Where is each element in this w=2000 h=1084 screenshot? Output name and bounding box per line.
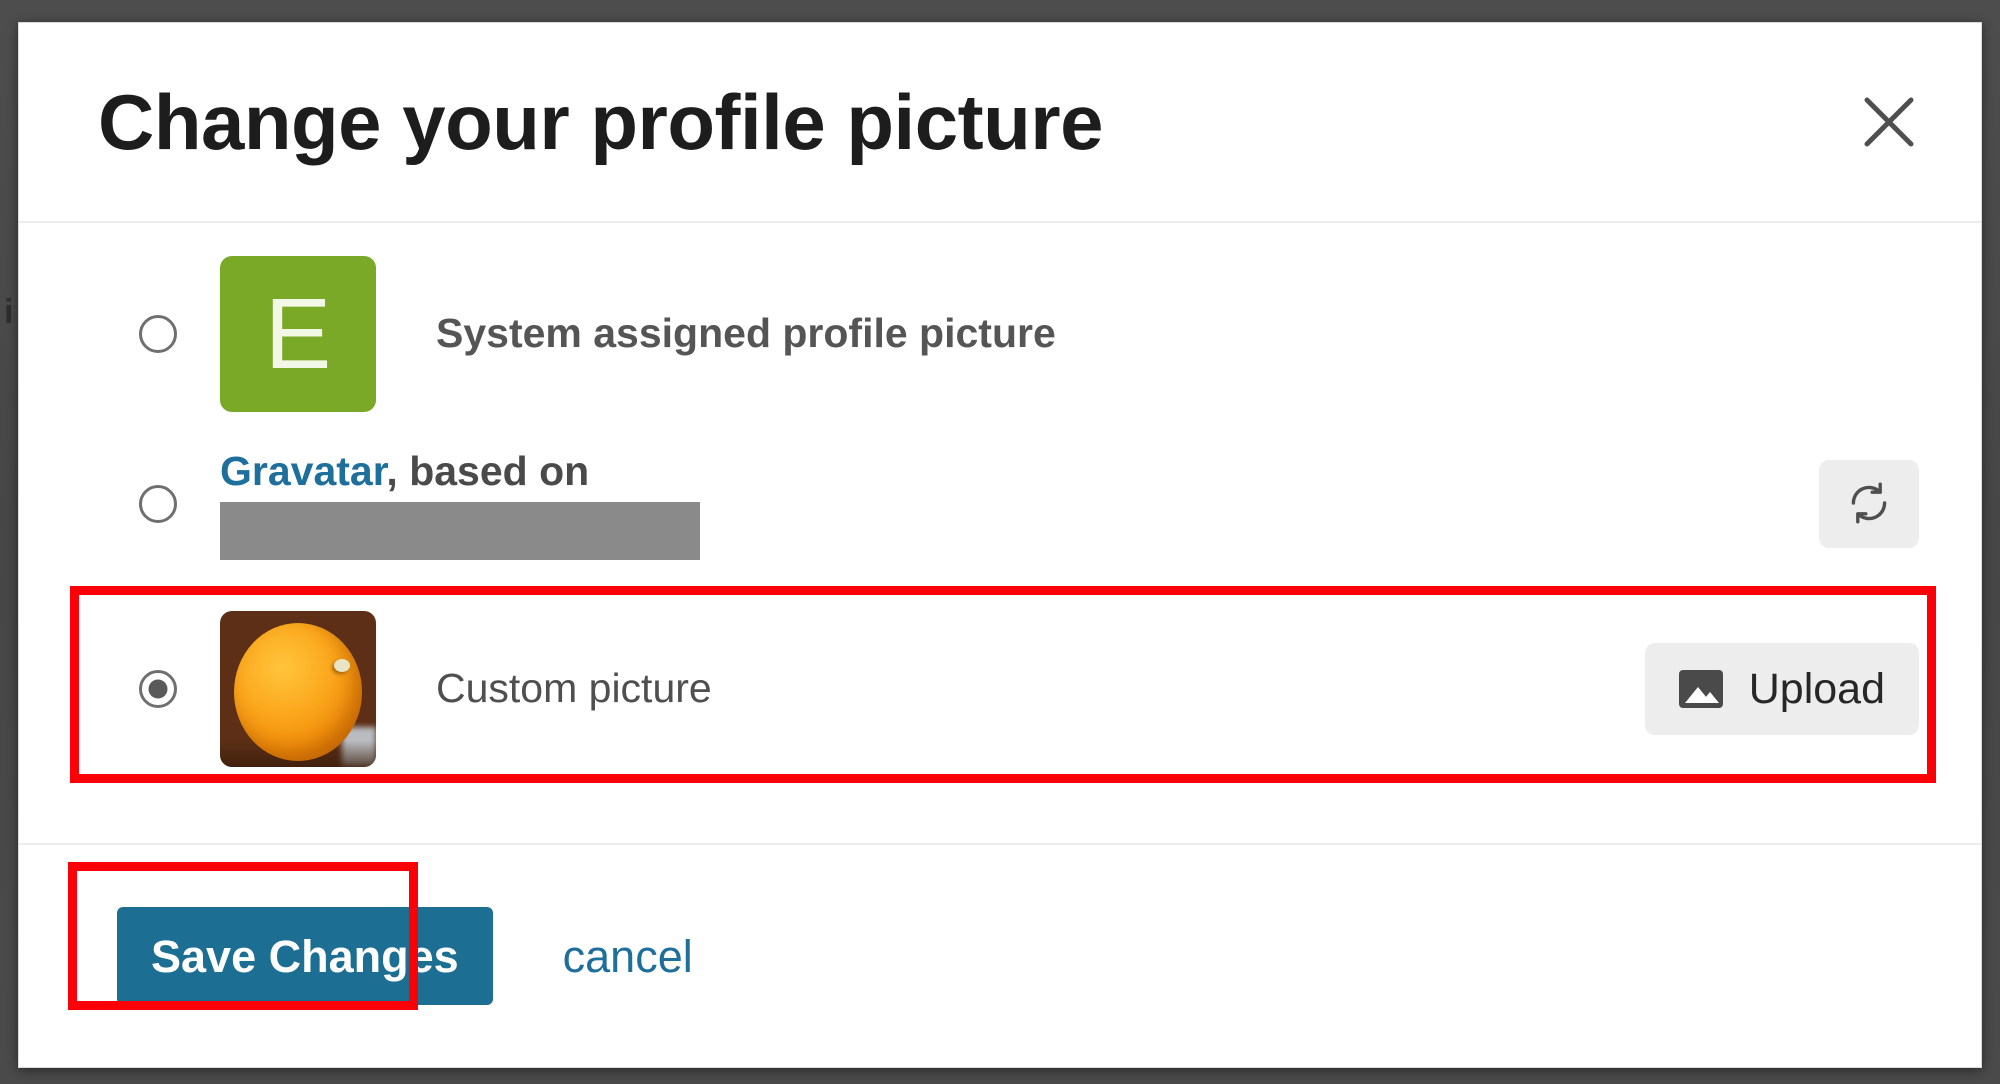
avatar-initial: E	[264, 278, 332, 390]
gravatar-action-area	[1819, 460, 1919, 548]
save-changes-button[interactable]: Save Changes	[117, 907, 493, 1005]
close-button[interactable]	[1853, 86, 1925, 158]
gravatar-line: Gravatar, based on	[220, 448, 700, 495]
option-label-custom-picture: Custom picture	[436, 665, 712, 712]
radio-custom-picture[interactable]	[139, 670, 177, 708]
avatar-orange-fruit	[234, 623, 362, 762]
image-icon	[1678, 670, 1723, 708]
upload-button[interactable]: Upload	[1644, 643, 1919, 735]
change-profile-picture-dialog: Change your profile picture E System ass…	[18, 22, 1982, 1068]
custom-picture-action-area: Upload	[1644, 643, 1919, 735]
refresh-gravatar-button[interactable]	[1819, 460, 1919, 548]
option-row-gravatar[interactable]: Gravatar, based on	[19, 419, 1981, 589]
radio-system-assigned[interactable]	[139, 315, 177, 353]
gravatar-description: Gravatar, based on	[220, 448, 700, 560]
cancel-link[interactable]: cancel	[563, 934, 693, 979]
gravatar-label-rest: , based on	[386, 448, 590, 495]
radio-gravatar[interactable]	[139, 485, 177, 523]
dialog-body: E System assigned profile picture Gravat…	[19, 223, 1981, 843]
page-title: Change your profile picture	[98, 78, 1103, 166]
refresh-icon	[1845, 479, 1893, 530]
option-row-system-assigned[interactable]: E System assigned profile picture	[19, 249, 1981, 419]
close-icon	[1859, 92, 1919, 152]
option-label-system-assigned: System assigned profile picture	[436, 310, 1056, 357]
avatar-custom-picture	[220, 611, 376, 767]
redacted-email-bar	[220, 501, 700, 560]
gravatar-link[interactable]: Gravatar	[220, 448, 386, 494]
upload-button-label: Upload	[1748, 664, 1885, 713]
dialog-footer: Save Changes cancel	[19, 843, 1981, 1067]
dialog-header: Change your profile picture	[19, 23, 1981, 223]
avatar-system-assigned: E	[220, 256, 376, 412]
option-row-custom-picture[interactable]: Custom picture Upload	[19, 589, 1981, 789]
